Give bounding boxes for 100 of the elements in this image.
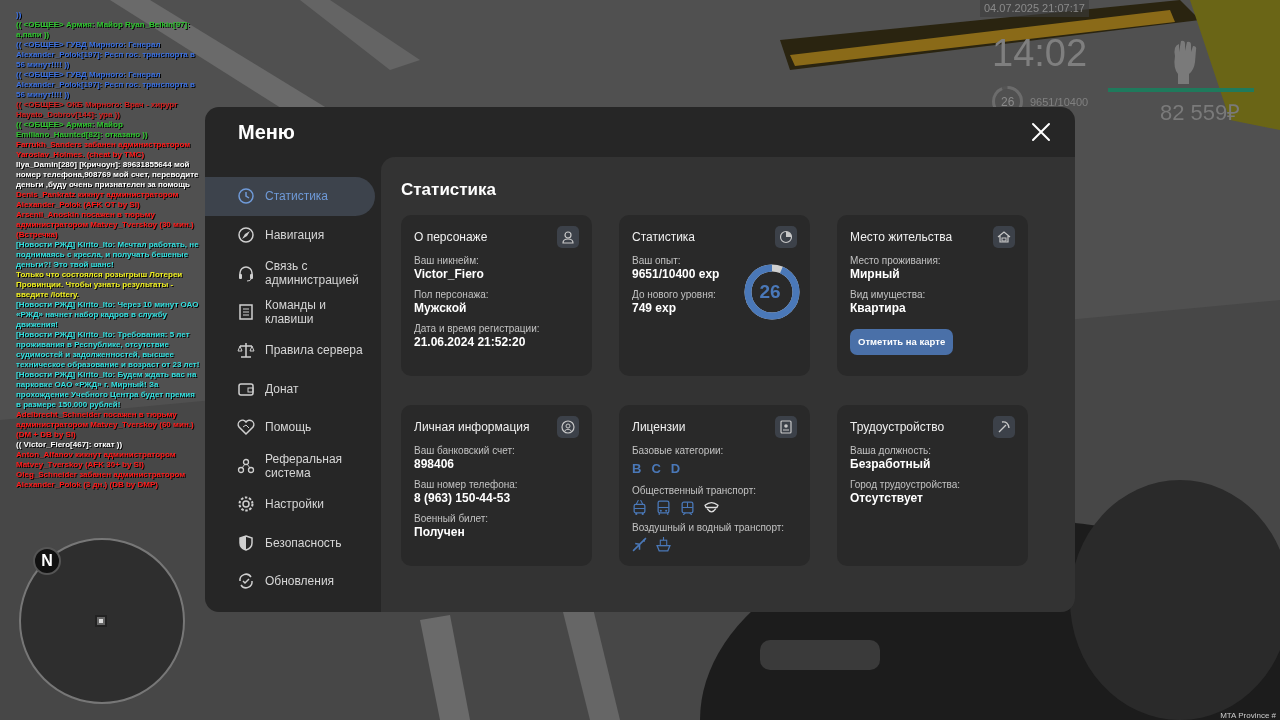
sidebar-item[interactable]: Безопасность — [205, 523, 375, 562]
settings-icon — [237, 495, 255, 514]
pie-chart-icon — [779, 229, 793, 244]
chat-line: Adelbrecht_Schneider посажен в тюрьму администратором Matvey_Tverskoy (60 мин.) (DM + DB by SI) — [16, 410, 195, 440]
chat-line: Denis_Pankratz кикнут администратором Alexander_Polok (AFK OT by SI) — [16, 190, 180, 210]
chat-line: )) — [16, 10, 23, 20]
card-title: Статистика — [632, 228, 696, 246]
sidebar-item[interactable]: Настройки — [205, 485, 375, 524]
shield-icon — [237, 533, 255, 552]
sidebar-item[interactable]: Правила сервера — [205, 331, 375, 370]
server-label: MTA Province # — [1220, 711, 1276, 720]
field-label: Пол персонажа: — [414, 288, 489, 301]
chat-line: [Новости РЖД] Kirito_Ito: Через 10 минут ОАО «РЖД» начнет набор кадров в службу движения! — [16, 300, 200, 330]
player-marker-icon — [95, 615, 107, 627]
chat-line: [Новости РЖД] Kirito_Ito: Требования: 5 лет проживания в Республике, отсутствие судимостей и задолженностей, высшее техническое образование и возраст от 23 лет! — [16, 330, 201, 370]
card-icon-button[interactable] — [775, 415, 797, 438]
airplane-icon — [632, 537, 647, 552]
field-label: До нового уровня: — [632, 288, 716, 301]
sidebar-item[interactable]: Реферальная система — [205, 446, 375, 485]
field-label: Ваш никнейм: — [414, 254, 479, 267]
page-title: Статистика — [401, 179, 498, 201]
compass-icon — [237, 225, 255, 244]
trolleybus-icon — [632, 500, 647, 515]
document-icon — [237, 302, 255, 321]
chat-line: Только что состоялся розыгрыш Лотереи Провинции. Чтобы узнать результаты - введите /lottery. — [16, 270, 184, 300]
person-icon — [561, 229, 575, 244]
bus-icon — [656, 500, 671, 515]
card-title: Трудоустройство — [850, 418, 945, 436]
chat-line: (( <ОБЩЕЕ> ГУВД Мирного: Генерал Alexander_Polok[197]: Респ гос. транспорта в 56 минут!!!! )) — [16, 40, 196, 70]
field-value: 9651/10400 exp — [632, 266, 721, 282]
field-value: Безработный — [850, 456, 932, 472]
field-value: Мужской — [414, 300, 468, 316]
sidebar-item[interactable]: Обновления — [205, 562, 375, 601]
field-label: Дата и время регистрации: — [414, 322, 540, 335]
driver-cap-icon — [704, 500, 719, 515]
chat-line: [Новости РЖД] Kirito_Ito: Мечтал работать, не поднимаясь с кресла, и получать бешеные деньги?! Это твой шанс! — [16, 240, 200, 270]
field-value: Мирный — [850, 266, 901, 282]
field-value: 749 exp — [632, 300, 678, 316]
chat-line: [Новости РЖД] Kirito_Ito: Будем ждать вас на парковке ОАО «РЖД» г. Мирный! За прохождение Учебного Центра будет премия в размере 150.000 рублей! — [16, 370, 198, 410]
chat-line: (( <ОБЩЕЕ> Армия: Майор Emiliano_Haunted[82]: отказано )) — [16, 120, 149, 140]
chat-line: (( Victor_Fiero[467]: откат )) — [16, 440, 124, 450]
field-value: 898406 — [414, 456, 456, 472]
field-label: Воздушный и водный транспорт: — [632, 522, 785, 534]
license-category: B — [632, 459, 642, 478]
chat-line: Arsenii_Anoskin посажен в тюрьму администратором Matvey_Tverskoy (30 мин.) (Встречка) — [16, 210, 195, 240]
field-label: Общественный транспорт: — [632, 485, 757, 497]
clock-icon — [237, 187, 255, 206]
hud-clock: 14:02 — [992, 31, 1088, 76]
headset-icon — [237, 264, 255, 283]
network-icon — [237, 456, 255, 475]
refresh-check-icon — [237, 572, 255, 591]
card-icon-button[interactable] — [993, 415, 1015, 438]
map-button[interactable]: Отметить на карте — [850, 328, 954, 355]
field-label: Город трудоустройства: — [850, 478, 961, 491]
chat-line: (( <ОБЩЕЕ> ОКБ Мирного: Врач - хирург Hayato_Dobrov[144]: ура )) — [16, 100, 179, 120]
field-value: 21.06.2024 21:52:20 — [414, 334, 527, 350]
sidebar-item[interactable]: Помощь — [205, 408, 375, 447]
house-icon — [997, 229, 1011, 244]
pickaxe-icon — [997, 419, 1011, 434]
sidebar-item[interactable]: Статистика — [205, 177, 375, 216]
field-label: Военный билет: — [414, 512, 489, 525]
field-value: Victor_Fiero — [414, 266, 485, 282]
card-title: Личная информация — [414, 418, 530, 436]
close-button[interactable] — [1031, 122, 1051, 142]
sidebar-item[interactable]: Команды и клавиши — [205, 292, 375, 331]
close-icon — [1031, 122, 1051, 142]
card-title: О персонаже — [414, 228, 488, 246]
level-number: 26 — [1001, 94, 1015, 111]
level-number: 26 — [758, 279, 782, 304]
field-label: Вид имущества: — [850, 288, 926, 301]
sidebar-item[interactable]: Навигация — [205, 215, 375, 254]
card-icon-button[interactable] — [557, 225, 579, 248]
tram-icon — [680, 500, 695, 515]
field-label: Ваш банковский счет: — [414, 444, 515, 457]
menu-title: Меню — [238, 120, 295, 145]
sidebar-item[interactable]: Донат — [205, 369, 375, 408]
ship-icon — [656, 537, 671, 552]
field-label: Базовые категории: — [632, 444, 724, 457]
sidebar-item[interactable]: Связь с администрацией — [205, 254, 375, 293]
chat-line: Farrukh_Sanders забанен администратором Yaroslav_Holmes. (cheat by TMC) — [16, 140, 192, 160]
chat-line: (( <ОБЩЕЕ> ГУВД Мирного: Генерал Alexander_Polok[197]: Респ гос. транспорта в 56 минут!!!! )) — [16, 70, 196, 100]
scales-icon — [237, 341, 255, 360]
id-badge-icon — [779, 419, 793, 434]
field-label: Ваша должность: — [850, 444, 931, 457]
card-icon-button[interactable] — [557, 415, 579, 438]
field-label: Ваш номер телефона: — [414, 478, 518, 491]
card-icon-button[interactable] — [775, 225, 797, 248]
field-label: Ваш опыт: — [632, 254, 681, 267]
field-value: Отсутствует — [850, 490, 924, 506]
license-category: D — [670, 459, 681, 478]
chat-line: Anton_Alfanov кикнут администратором Matvey_Tverskoy (AFK 30+ by SI) — [16, 450, 177, 470]
hud-datetime: 04.07.2025 21:07:17 — [980, 0, 1089, 17]
card-title: Лицензии — [632, 418, 686, 436]
card-icon-button[interactable] — [993, 225, 1015, 248]
field-value: Квартира — [850, 300, 907, 316]
chat-line: Ilya_Damin[280] [Кричоун]: 89631855644 мой номер телефона,908769 мой счет, переводите деньги ,буду очень признателен за помощь — [16, 160, 200, 190]
card-title: Место жительства — [850, 228, 953, 246]
field-value: 8 (963) 150-44-53 — [414, 490, 512, 506]
person-circle-icon — [561, 419, 575, 434]
field-label: Место проживания: — [850, 254, 941, 267]
